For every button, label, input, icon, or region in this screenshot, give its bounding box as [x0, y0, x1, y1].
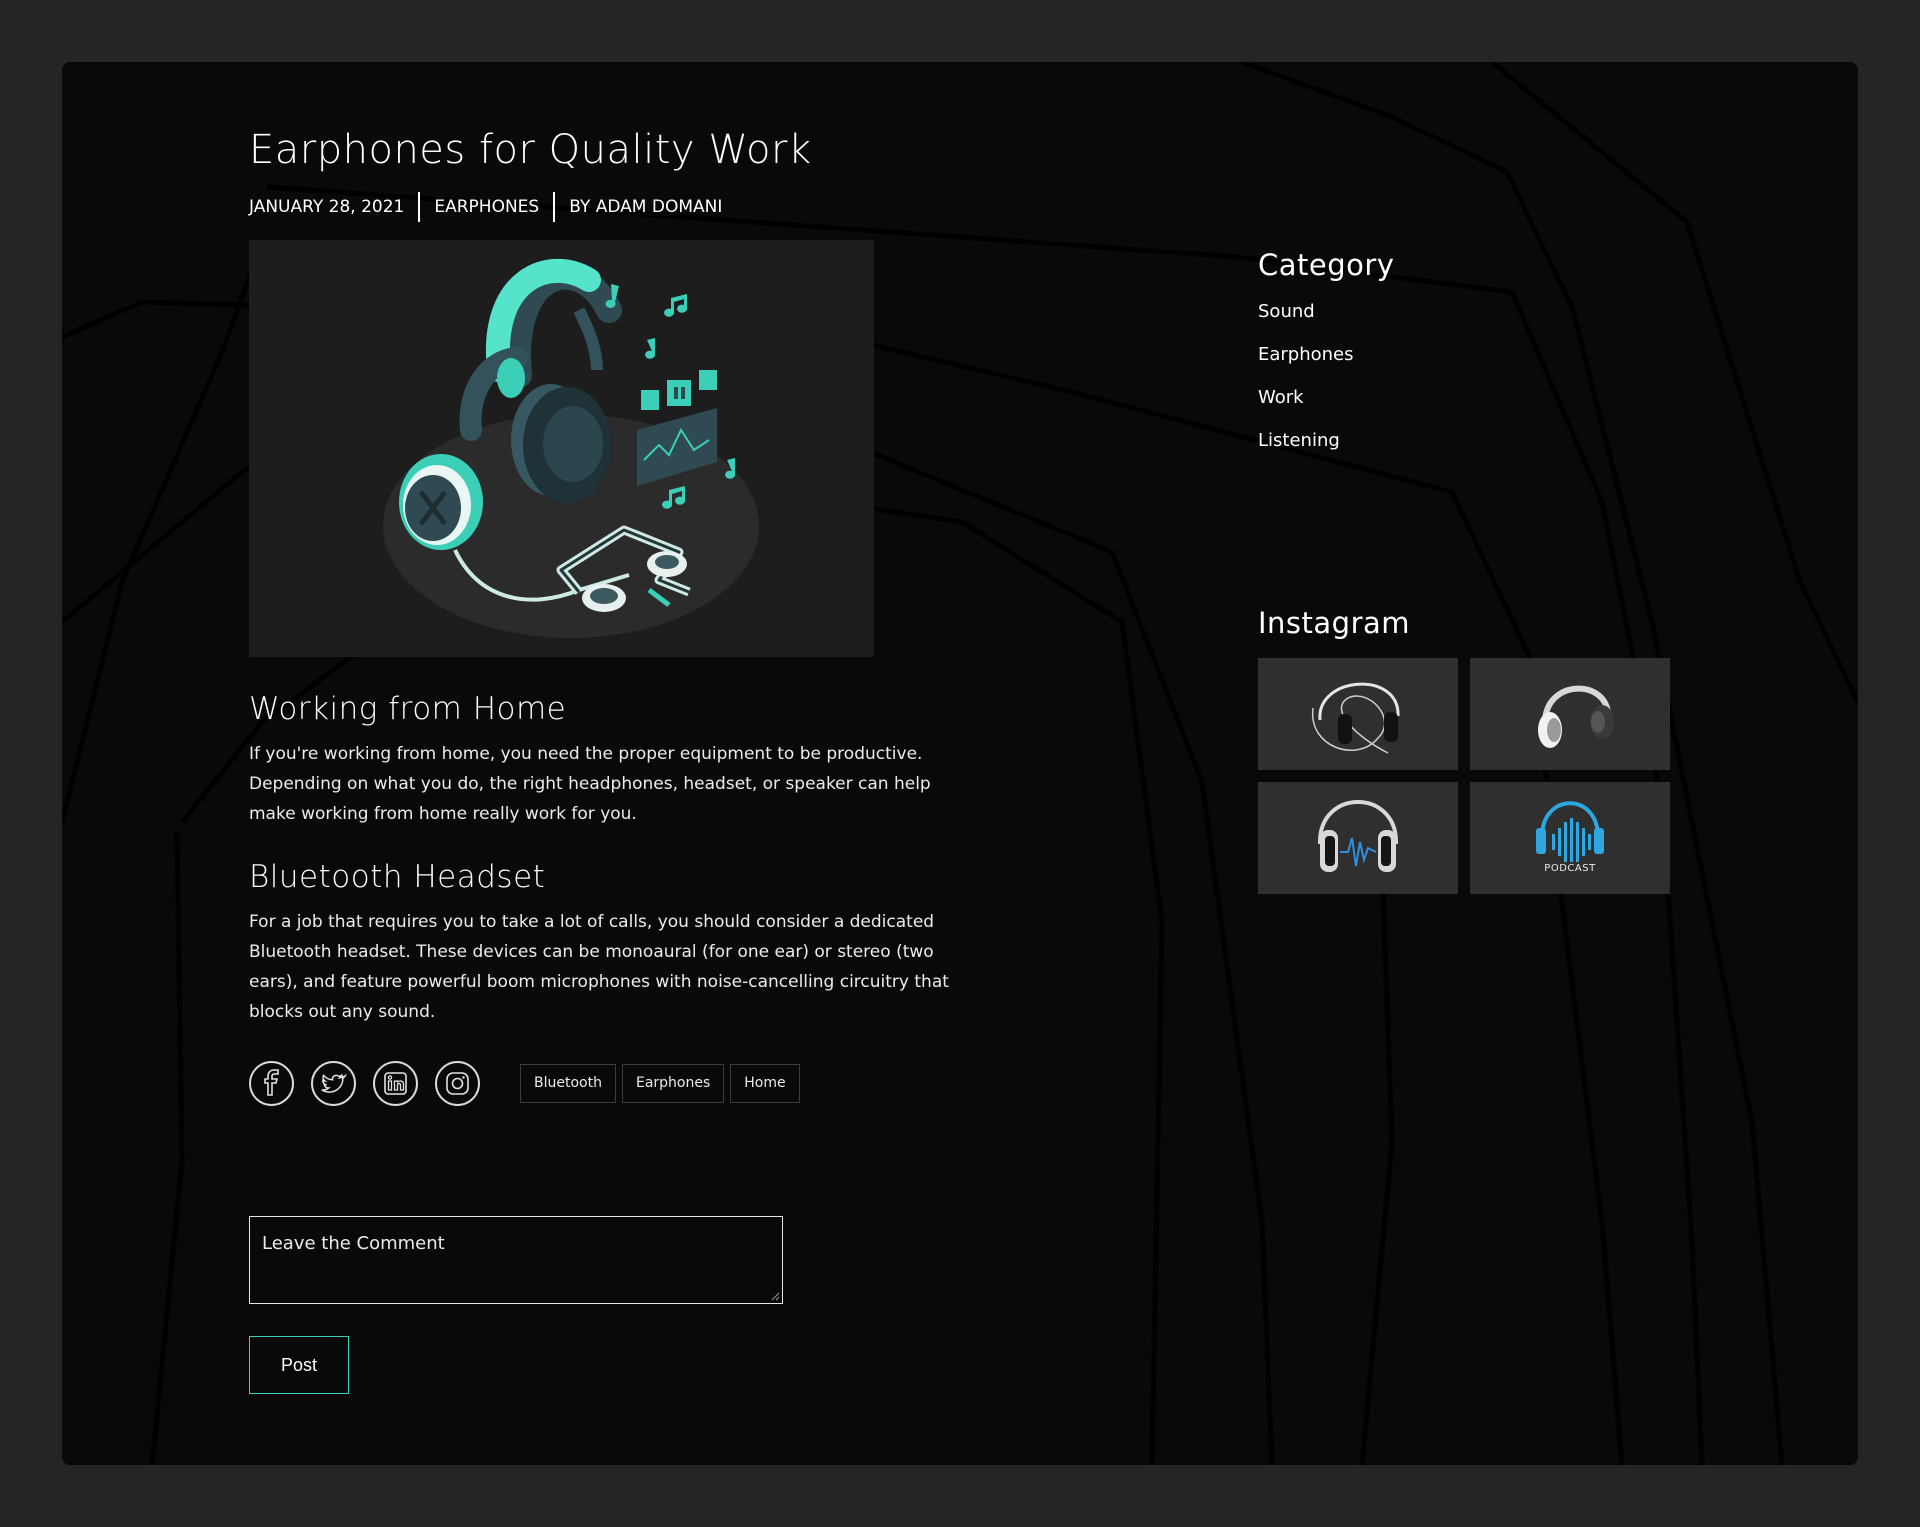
- facebook-icon[interactable]: [249, 1061, 294, 1106]
- instagram-tile[interactable]: PODCAST: [1470, 782, 1670, 894]
- post-date: JANUARY 28, 2021: [249, 197, 405, 217]
- headphones-icon: [1538, 685, 1614, 748]
- instagram-icon[interactable]: [435, 1061, 480, 1106]
- headphones-illustration-icon: [383, 258, 759, 638]
- podcast-headphones-icon: [1536, 801, 1604, 862]
- meta-divider: [553, 192, 556, 222]
- twitter-icon[interactable]: [311, 1061, 356, 1106]
- category-link-sound[interactable]: Sound: [1258, 290, 1678, 333]
- section-body-working-from-home: If you're working from home, you need th…: [249, 744, 931, 824]
- comment-placeholder: Leave the Comment: [262, 1233, 445, 1254]
- post-category-link[interactable]: EARPHONES: [434, 197, 539, 217]
- category-link-earphones[interactable]: Earphones: [1258, 333, 1678, 376]
- headphones-icon: [1317, 800, 1399, 872]
- page-card: Earphones for Quality Work JANUARY 28, 2…: [62, 62, 1858, 1465]
- sidebar: Category Sound Earphones Work Listening …: [1258, 248, 1678, 894]
- podcast-label: PODCAST: [1544, 863, 1596, 874]
- instagram-grid: PODCAST: [1258, 658, 1678, 894]
- meta-divider: [418, 192, 421, 222]
- instagram-tile[interactable]: [1258, 782, 1458, 894]
- post-comment-button[interactable]: Post: [249, 1336, 349, 1394]
- instagram-tile[interactable]: [1470, 658, 1670, 770]
- social-share-icons: [249, 1061, 480, 1106]
- instagram-tile[interactable]: [1258, 658, 1458, 770]
- category-link-listening[interactable]: Listening: [1258, 419, 1678, 462]
- category-heading: Category: [1258, 248, 1395, 282]
- section-heading-working-from-home: Working from Home: [249, 691, 567, 727]
- resize-grip-icon[interactable]: [771, 1292, 780, 1301]
- post-title: Earphones for Quality Work: [249, 127, 812, 173]
- category-link-work[interactable]: Work: [1258, 376, 1678, 419]
- category-list: Sound Earphones Work Listening: [1258, 290, 1678, 462]
- share-and-tags-row: Bluetooth Earphones Home: [249, 1061, 969, 1106]
- hero-image: [249, 240, 874, 657]
- linkedin-icon[interactable]: [373, 1061, 418, 1106]
- tag-bluetooth[interactable]: Bluetooth: [520, 1064, 616, 1103]
- post-author-link[interactable]: BY ADAM DOMANI: [569, 197, 722, 217]
- headphones-icon: [1312, 682, 1400, 754]
- tag-home[interactable]: Home: [730, 1064, 800, 1103]
- post-meta: JANUARY 28, 2021 EARPHONES BY ADAM DOMAN…: [249, 192, 969, 222]
- post-article: Earphones for Quality Work JANUARY 28, 2…: [249, 124, 969, 1394]
- post-tags: Bluetooth Earphones Home: [520, 1064, 800, 1103]
- comment-textarea[interactable]: Leave the Comment: [249, 1216, 783, 1304]
- section-heading-bluetooth-headset: Bluetooth Headset: [249, 859, 546, 895]
- instagram-heading: Instagram: [1258, 606, 1411, 640]
- tag-earphones[interactable]: Earphones: [621, 1064, 725, 1103]
- section-body-bluetooth-headset: For a job that requires you to take a lo…: [249, 912, 949, 1022]
